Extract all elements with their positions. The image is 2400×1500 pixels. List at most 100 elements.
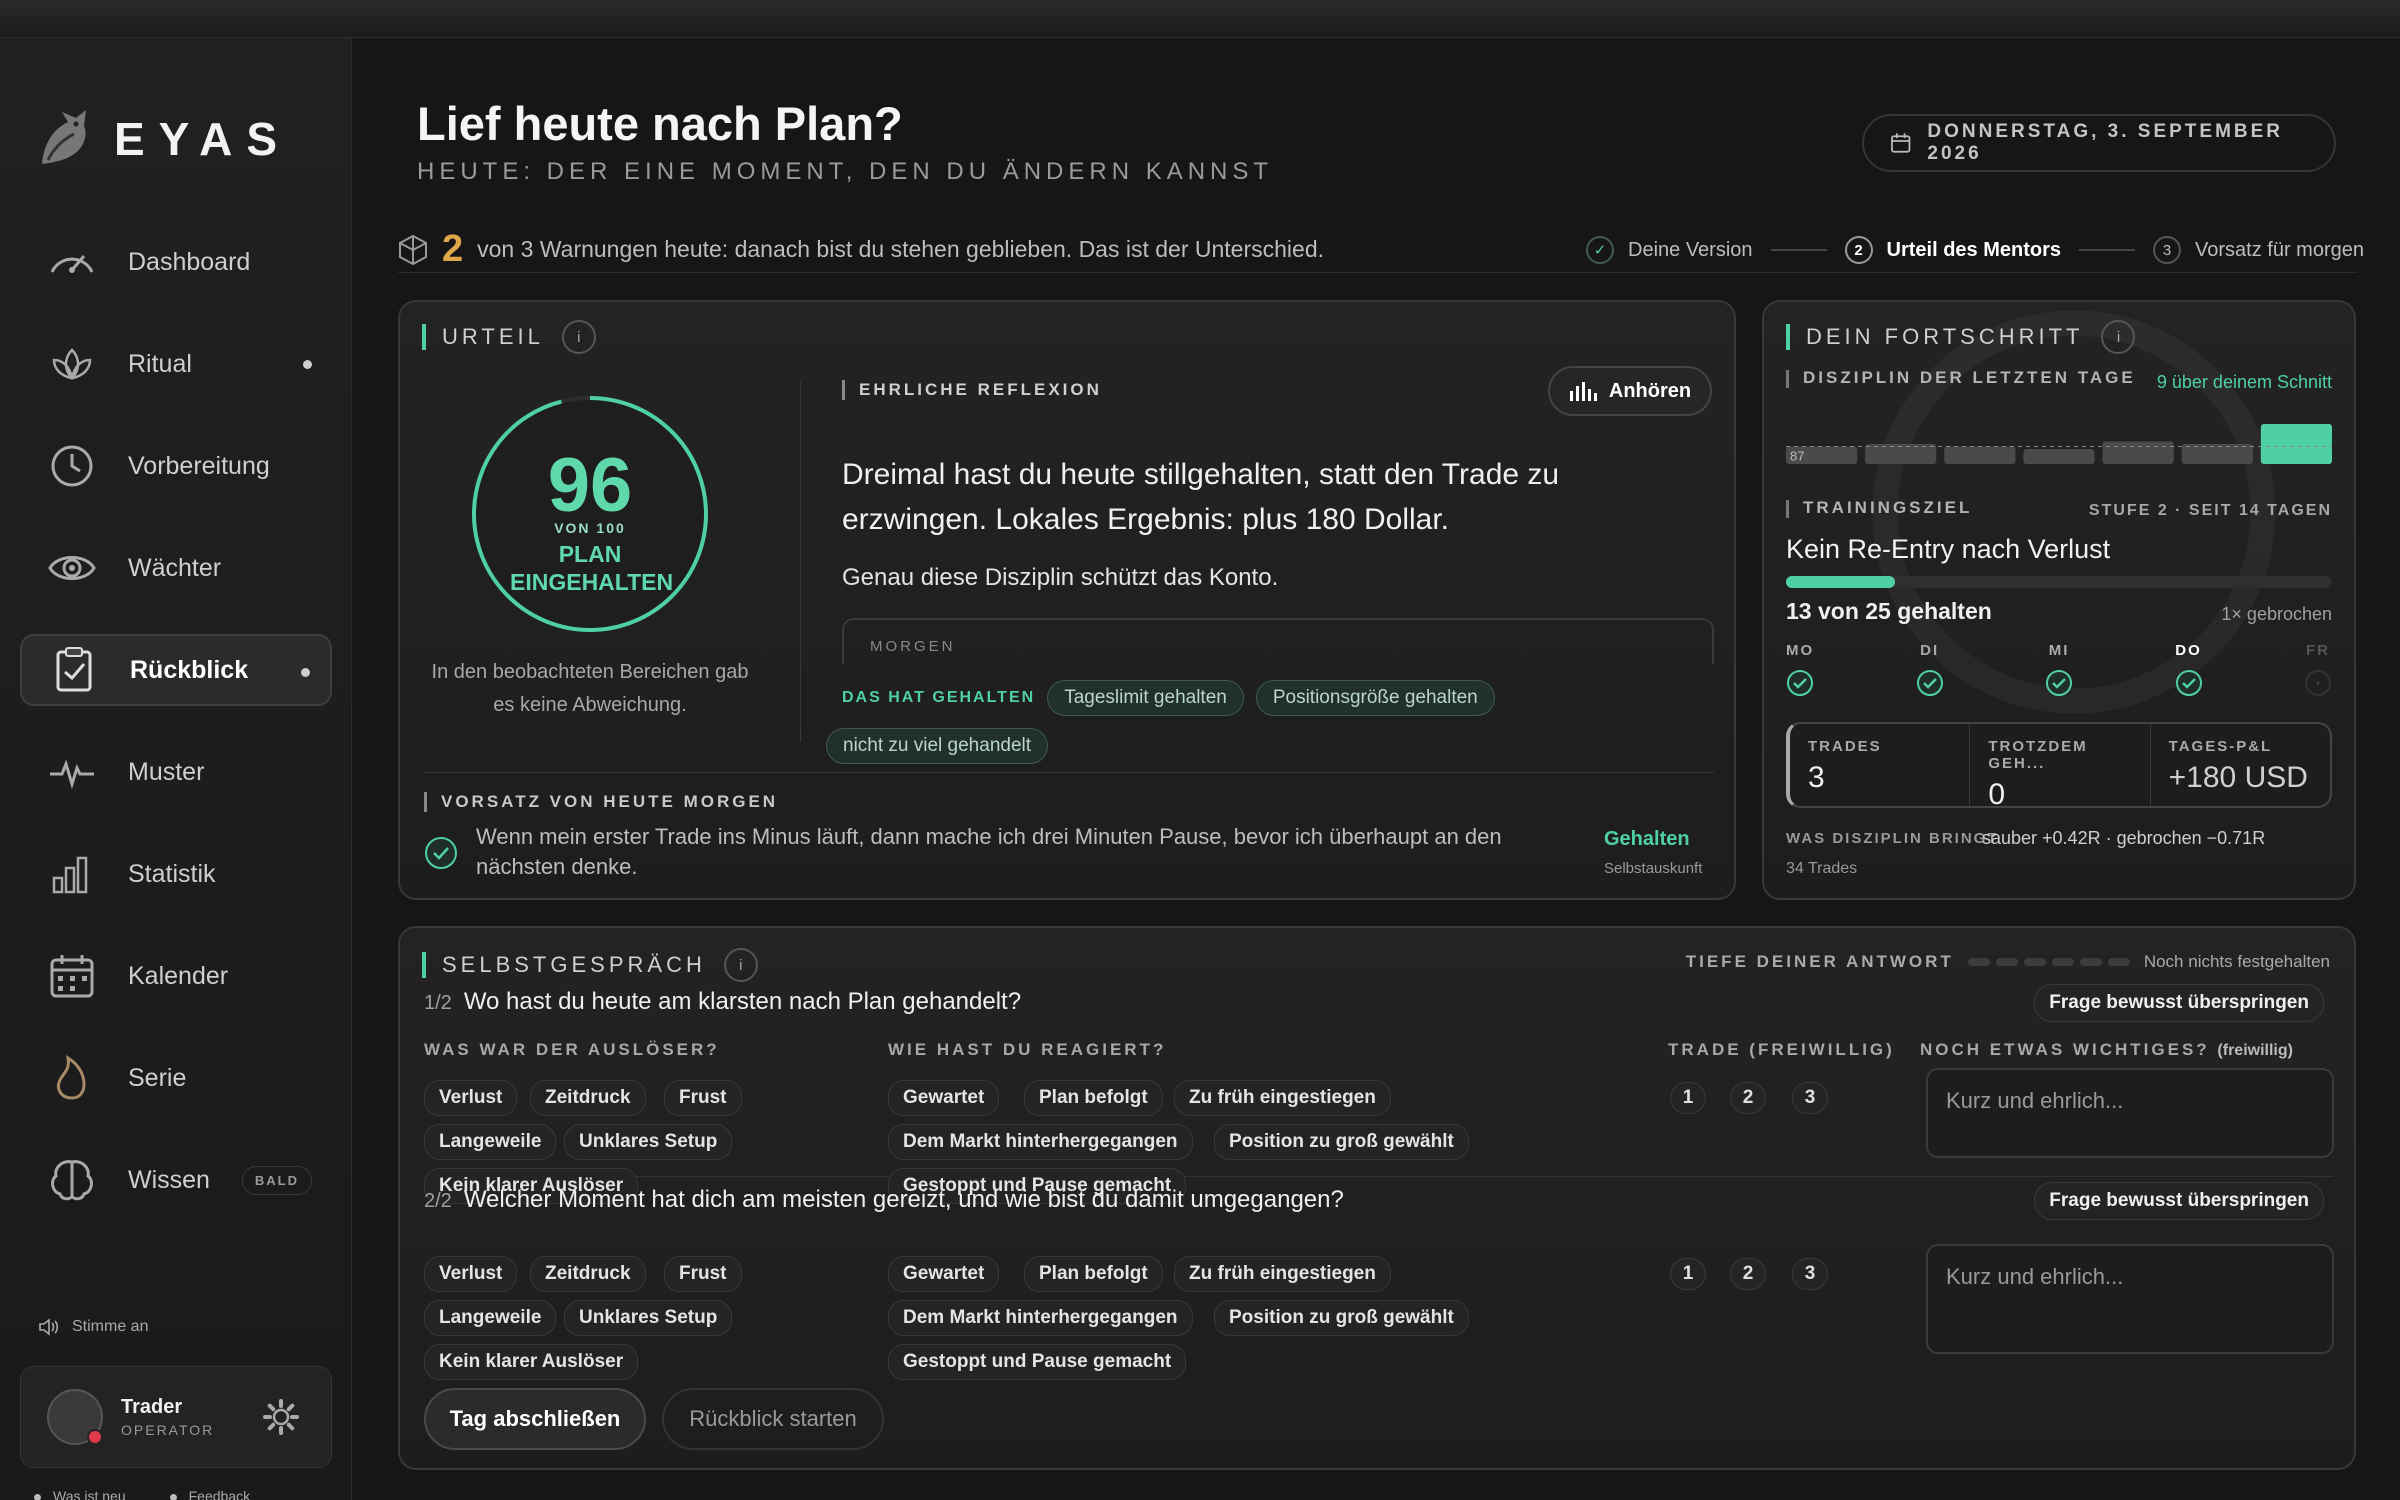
divider [800,382,801,742]
speaker-icon [39,1318,59,1336]
sidebar-item-kalender[interactable]: Kalender [20,940,332,1012]
info-icon[interactable]: i [561,320,596,354]
trigger-option[interactable]: Langeweile [424,1300,557,1336]
sidebar: EYAS Dashboard Ritual Vorbereitung Wächter R… [0,38,352,1500]
sidebar-item-muster[interactable]: Muster [20,736,332,808]
reaction-option[interactable]: Plan befolgt [1024,1080,1163,1116]
reaction-option[interactable]: Position zu groß gewählt [1214,1124,1469,1160]
stat-pnl: TAGES-P&L +180 USD [2151,724,2330,806]
goal-title: Kein Re-Entry nach Verlust [1786,534,2111,564]
reaction-option[interactable]: Dem Markt hinterhergegangen [888,1124,1193,1160]
trade-number-option[interactable]: 2 [1730,1258,1766,1290]
trigger-option[interactable]: Verlust [424,1256,518,1292]
info-icon[interactable]: i [2101,320,2136,354]
reaction-option[interactable]: Zu früh eingestiegen [1174,1256,1391,1292]
reaction-option[interactable]: Gestoppt und Pause gemacht [888,1344,1187,1380]
sidebar-item-rückblick[interactable]: Rückblick [20,634,332,706]
held-label: DAS HAT GEHALTEN Tageslimit gehalten Pos… [826,680,1642,764]
feedback-link[interactable]: Feedback [170,1488,250,1500]
trigger-option[interactable]: Langeweile [424,1124,557,1160]
stat-label: TRADES [1808,738,1882,755]
depth-meter [1967,958,2130,966]
trigger-option[interactable]: Zeitdruck [530,1080,646,1116]
whats-new-link[interactable]: Was ist neu [34,1488,126,1500]
note-textarea[interactable]: Kurz und ehrlich... [1926,1244,2334,1354]
trigger-option[interactable]: Unklares Setup [564,1300,733,1336]
trade-number-option[interactable]: 3 [1792,1258,1828,1290]
held-chip: Positionsgröße gehalten [1255,680,1495,716]
divider [398,272,2358,273]
col-extra-optional: (freiwillig) [2217,1042,2293,1059]
sidebar-item-dashboard[interactable]: Dashboard [20,226,332,298]
step-urteil[interactable]: 2 Urteil des Mentors [1844,236,2062,264]
sidebar-item-label: Muster [128,757,205,786]
step-label: Urteil des Mentors [1886,238,2062,261]
trade-number-option[interactable]: 2 [1730,1082,1766,1114]
goal-progress-bar [1786,576,2332,588]
avatar[interactable] [47,1389,103,1445]
trigger-option[interactable]: Unklares Setup [564,1124,733,1160]
trigger-option[interactable]: Kein klarer Auslöser [424,1344,639,1380]
gear-icon[interactable] [261,1397,301,1437]
held-label-text: DAS HAT GEHALTEN [842,689,1036,706]
step-label: Deine Version [1628,238,1753,261]
step-deine-version[interactable]: ✓ Deine Version [1586,236,1753,264]
sidebar-item-ritual[interactable]: Ritual [20,328,332,400]
reaction-option[interactable]: Zu früh eingestiegen [1174,1080,1391,1116]
question-number: 1/2 [424,992,452,1014]
trade-number-option[interactable]: 1 [1670,1082,1706,1114]
reaction-option[interactable]: Position zu groß gewählt [1214,1300,1469,1336]
trigger-option[interactable]: Verlust [424,1080,518,1116]
trigger-option[interactable]: Frust [664,1080,742,1116]
goal-count: 13 von 25 gehalten [1786,598,1992,624]
step-vorsatz[interactable]: 3 Vorsatz für morgen [2153,236,2364,264]
question-text: Welcher Moment hat dich am meisten gerei… [463,1186,1344,1213]
check-circle-icon [1916,670,1943,696]
user-card[interactable]: Trader OPERATOR [20,1366,332,1468]
step-connector [2079,249,2136,251]
goal-progress-fill [1786,576,1896,588]
calendar-icon [46,950,98,1002]
stat-label: TROTZDEM GEH... [1988,738,2088,772]
sidebar-item-statistik[interactable]: Statistik [20,838,332,910]
reflection-sub: Genau diese Disziplin schützt das Konto. [842,564,1279,591]
reaction-option[interactable]: Gewartet [888,1080,1000,1116]
trade-number-option[interactable]: 3 [1792,1082,1828,1114]
sidebar-item-wissen[interactable]: Wissen BALD [20,1144,332,1216]
logo[interactable]: EYAS [34,104,291,174]
weekday-label: FR [2305,642,2330,659]
voice-toggle[interactable]: Stimme an [38,1318,148,1336]
divider [424,1176,2334,1177]
vorsatz-tag: VORSATZ VON HEUTE MORGEN [424,792,778,812]
selbst-title-text: SELBSTGESPRÄCH [442,952,706,977]
skip-question-button[interactable]: Frage bewusst überspringen [2034,984,2324,1022]
skip-question-button[interactable]: Frage bewusst überspringen [2034,1182,2324,1220]
sidebar-item-serie[interactable]: Serie [20,1042,332,1114]
reaction-option[interactable]: Plan befolgt [1024,1256,1163,1292]
flame-icon [46,1052,98,1104]
clock-icon [46,440,98,492]
trigger-option[interactable]: Frust [664,1256,742,1292]
reaction-option[interactable]: Gewartet [888,1256,1000,1292]
reaction-option[interactable]: Dem Markt hinterhergegangen [888,1300,1193,1336]
trade-number-option[interactable]: 1 [1670,1258,1706,1290]
listen-button[interactable]: Anhören [1548,366,1712,416]
start-review-button[interactable]: Rückblick starten [662,1388,884,1450]
note-textarea[interactable]: Kurz und ehrlich... [1926,1068,2334,1158]
sidebar-item-vorbereitung[interactable]: Vorbereitung [20,430,332,502]
check-circle-icon [2046,670,2073,696]
divider [424,772,1714,773]
col-trigger: WAS WAR DER AUSLÖSER? [424,1040,720,1059]
baseline-label: 87 [1790,449,1804,464]
info-icon[interactable]: i [723,948,758,982]
finish-day-button[interactable]: Tag abschließen [424,1388,646,1450]
eagle-icon [42,110,86,164]
trigger-option[interactable]: Zeitdruck [530,1256,646,1292]
sidebar-item-label: Wissen [128,1165,210,1194]
held-chip: nicht zu viel gehandelt [826,728,1049,764]
goal-broken: 1× gebrochen [2221,604,2332,624]
score-value: 96 [547,443,633,528]
date-picker[interactable]: DONNERSTAG, 3. SEPTEMBER 2026 [1862,114,2336,172]
sidebar-item-wächter[interactable]: Wächter [20,532,332,604]
morgen-section: MORGEN [842,618,1714,664]
